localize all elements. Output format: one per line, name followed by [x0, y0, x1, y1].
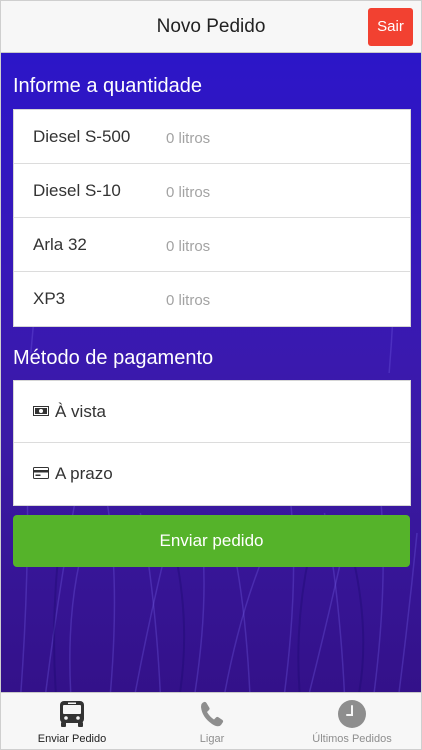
payment-option-label: A prazo: [55, 464, 113, 483]
logout-button[interactable]: Sair: [368, 8, 413, 46]
payment-option-credit[interactable]: A prazo: [14, 443, 410, 505]
quantity-input[interactable]: [164, 176, 398, 208]
quantity-input[interactable]: [164, 230, 398, 262]
product-row-diesel-s500: Diesel S-500: [14, 110, 410, 164]
quantity-section-title: Informe a quantidade: [13, 75, 203, 97]
tab-ultimos-pedidos[interactable]: Últimos Pedidos: [282, 693, 421, 749]
order-form: Informe a quantidade Diesel S-500 Diesel…: [1, 53, 421, 692]
submit-order-button[interactable]: Enviar pedido: [13, 515, 410, 567]
product-row-xp3: XP3: [14, 272, 410, 326]
tab-label: Ligar: [199, 733, 225, 745]
tab-bar: Enviar Pedido Ligar Últimos Pedidos: [1, 692, 421, 749]
product-row-arla32: Arla 32: [14, 218, 410, 272]
phone-icon: [201, 701, 224, 727]
quantity-input[interactable]: [164, 284, 398, 316]
payment-option-label: À vista: [55, 402, 107, 421]
payment-method-list: À vista A prazo: [13, 380, 411, 506]
tab-label: Últimos Pedidos: [312, 733, 392, 745]
tab-enviar-pedido[interactable]: Enviar Pedido: [2, 693, 142, 749]
app-screen: Novo Pedido Sair Informe a quantidade Di…: [0, 0, 422, 750]
bus-icon: [60, 701, 84, 727]
credit-card-icon: [33, 467, 49, 479]
navigation-bar: Novo Pedido Sair: [1, 1, 421, 53]
product-label: Diesel S-500: [33, 127, 131, 146]
product-row-diesel-s10: Diesel S-10: [14, 164, 410, 218]
product-label: Arla 32: [33, 235, 87, 254]
product-label: Diesel S-10: [33, 181, 121, 200]
page-title: Novo Pedido: [156, 16, 266, 37]
payment-section-title: Método de pagamento: [13, 347, 214, 369]
tab-ligar[interactable]: Ligar: [142, 693, 282, 749]
quantity-input[interactable]: [164, 122, 398, 154]
clock-icon: [338, 700, 366, 728]
payment-option-cash[interactable]: À vista: [14, 381, 410, 443]
quantity-list: Diesel S-500 Diesel S-10 Arla 32 XP3: [13, 109, 411, 327]
tab-label: Enviar Pedido: [37, 733, 107, 745]
product-label: XP3: [33, 289, 66, 308]
cash-icon: [33, 406, 49, 416]
